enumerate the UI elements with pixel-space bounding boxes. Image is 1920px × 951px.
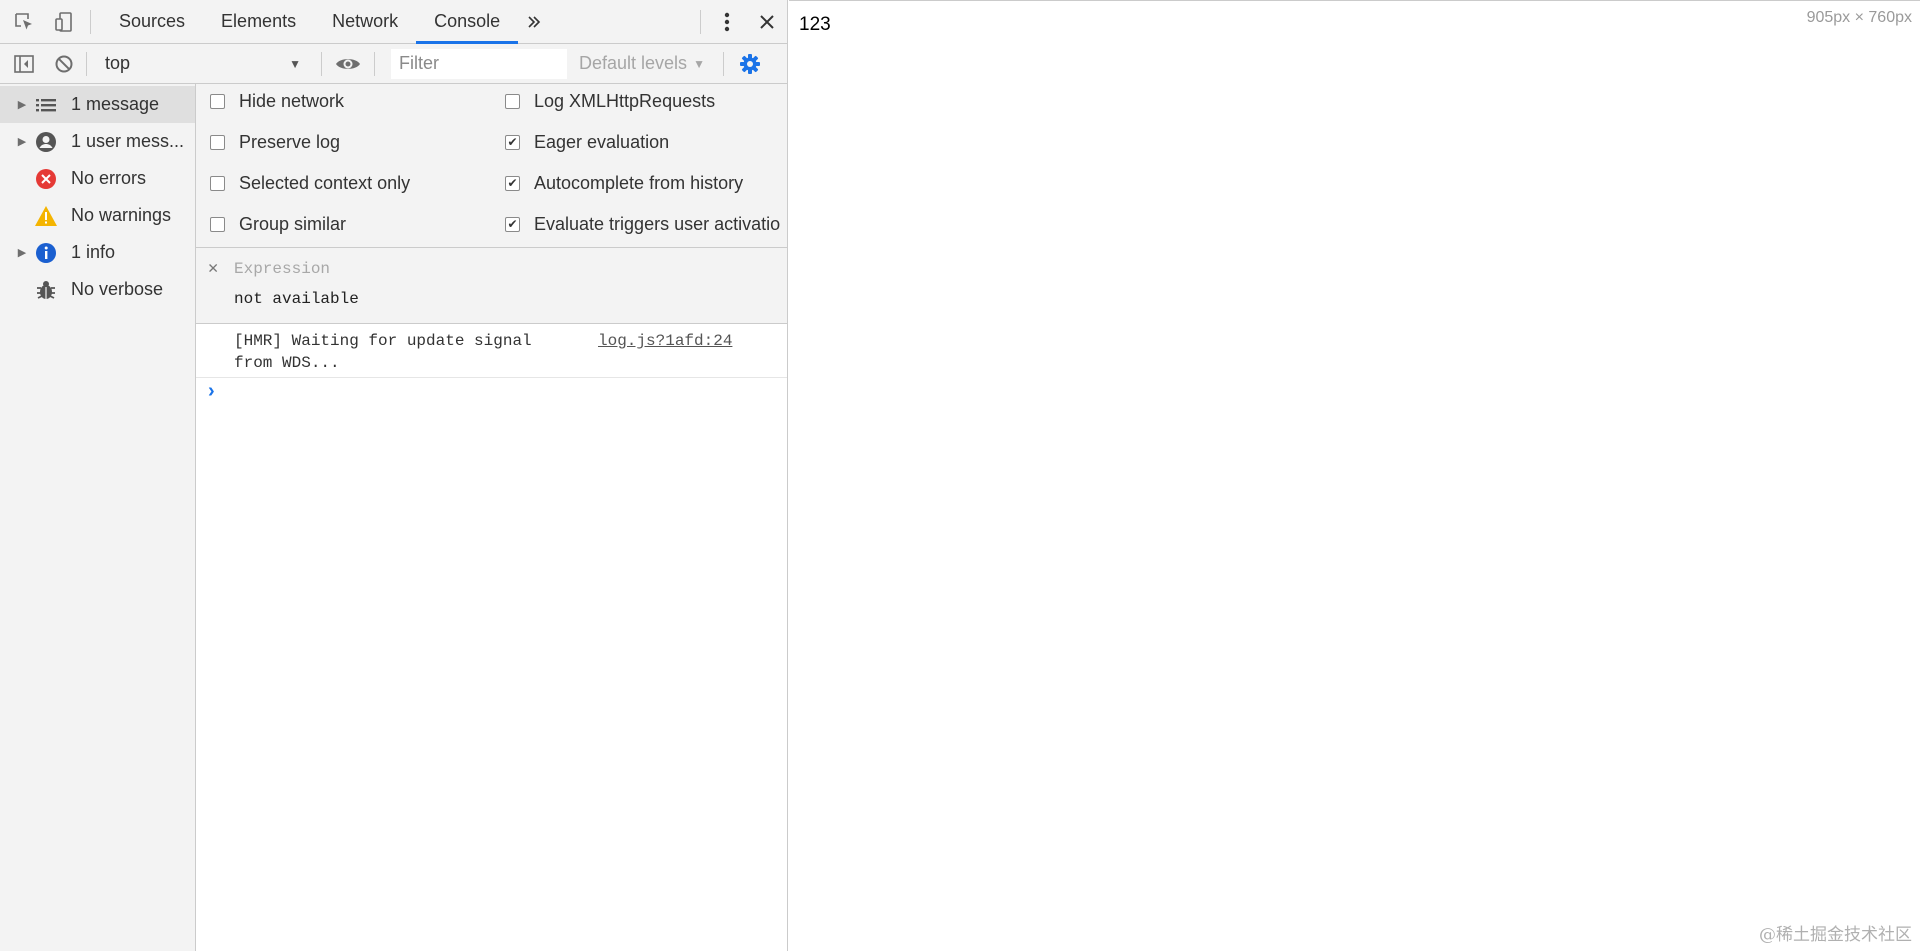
devtools-panel: Sources Elements Network Console top ▼ F… xyxy=(0,0,788,951)
message-source-link[interactable]: log.js?1afd:24 xyxy=(598,332,732,350)
option-selected-context-only[interactable]: Selected context only xyxy=(210,168,410,198)
sidebar-item-label: No warnings xyxy=(71,205,172,225)
checkbox-checked[interactable]: ✔ xyxy=(505,216,520,232)
console-main: Hide network Preserve log Selected conte… xyxy=(196,84,787,951)
page-viewport: 123 905px × 760px @稀土掘金技术社区 xyxy=(789,0,1920,951)
option-hide-network[interactable]: Hide network xyxy=(210,86,344,116)
checkbox[interactable] xyxy=(210,134,225,150)
info-icon xyxy=(33,240,59,266)
close-icon[interactable] xyxy=(747,0,787,44)
sidebar-toggle-icon[interactable] xyxy=(4,42,44,86)
sidebar-item-label: 1 info xyxy=(71,242,116,262)
live-expression: ✕ Expression not available xyxy=(196,248,787,324)
tab-console[interactable]: Console xyxy=(416,0,519,44)
triangle-right-icon: ▶ xyxy=(17,247,27,259)
log-levels-label: Default levels xyxy=(579,53,688,73)
chevron-double-right-icon[interactable] xyxy=(518,0,550,44)
toolbar-divider xyxy=(723,51,724,76)
message-text: from WDS... xyxy=(234,354,340,372)
context-selector[interactable]: top ▼ xyxy=(93,49,315,79)
expression-result: not available xyxy=(234,290,359,308)
page-text: 123 xyxy=(799,14,831,35)
filter-input[interactable] xyxy=(391,48,567,79)
option-label: Evaluate triggers user activatio xyxy=(534,213,781,234)
expression-input[interactable]: Expression xyxy=(234,260,330,278)
context-selector-value: top xyxy=(105,53,131,73)
close-icon[interactable]: ✕ xyxy=(208,258,218,279)
sidebar-item-info[interactable]: ▶ 1 info xyxy=(0,234,195,271)
triangle-right-icon: ▶ xyxy=(17,136,27,148)
sidebar-item-verbose[interactable]: No verbose xyxy=(0,271,195,308)
toolbar-divider xyxy=(374,51,375,76)
checkbox[interactable] xyxy=(505,93,520,109)
checkbox-checked[interactable]: ✔ xyxy=(505,175,520,191)
gear-icon[interactable] xyxy=(730,42,770,86)
option-preserve-log[interactable]: Preserve log xyxy=(210,127,340,157)
option-group-similar[interactable]: Group similar xyxy=(210,209,346,239)
log-levels-dropdown[interactable]: Default levels ▼ xyxy=(567,53,717,74)
checkbox-checked[interactable]: ✔ xyxy=(505,134,520,150)
option-log-xmlhttprequests[interactable]: Log XMLHttpRequests xyxy=(505,86,715,116)
option-evaluate-triggers-user-activation[interactable]: ✔ Evaluate triggers user activatio xyxy=(505,209,787,239)
viewport-dimensions: 905px × 760px xyxy=(1806,9,1912,26)
option-label: Preserve log xyxy=(239,131,341,152)
eye-icon[interactable] xyxy=(328,42,368,86)
option-label: Log XMLHttpRequests xyxy=(534,90,716,111)
triangle-right-icon: ▶ xyxy=(17,99,27,111)
console-settings-pane: Hide network Preserve log Selected conte… xyxy=(196,84,787,248)
triangle-down-icon: ▼ xyxy=(289,56,301,71)
sidebar-item-label: No verbose xyxy=(71,279,164,299)
console-toolbar: top ▼ Default levels ▼ xyxy=(0,44,787,84)
sidebar-item-label: 1 message xyxy=(71,94,160,114)
sidebar-item-errors[interactable]: No errors xyxy=(0,160,195,197)
sidebar-item-messages[interactable]: ▶ 1 message xyxy=(0,86,195,123)
option-label: Selected context only xyxy=(239,172,411,193)
user-icon xyxy=(33,129,59,155)
option-autocomplete-from-history[interactable]: ✔ Autocomplete from history xyxy=(505,168,743,198)
console-sidebar: ▶ 1 message ▶ 1 user mess... No errors N… xyxy=(0,84,196,951)
toolbar-divider xyxy=(700,10,701,34)
tab-network[interactable]: Network xyxy=(314,0,416,44)
toolbar-divider xyxy=(86,51,87,76)
console-message: [HMR] Waiting for update signal from WDS… xyxy=(196,324,787,378)
clear-console-icon[interactable] xyxy=(44,42,84,86)
sidebar-item-label: 1 user mess... xyxy=(71,131,185,151)
devtools-tabbar: Sources Elements Network Console xyxy=(0,0,787,44)
option-eager-evaluation[interactable]: ✔ Eager evaluation xyxy=(505,127,669,157)
sidebar-item-label: No errors xyxy=(71,168,147,188)
option-label: Group similar xyxy=(239,213,347,234)
message-text: [HMR] Waiting for update signal xyxy=(234,332,532,350)
tab-sources[interactable]: Sources xyxy=(101,0,203,44)
warning-icon xyxy=(33,203,59,229)
toolbar-divider xyxy=(321,51,322,76)
checkbox[interactable] xyxy=(210,93,225,109)
triangle-down-icon: ▼ xyxy=(693,56,705,71)
inspect-element-icon[interactable] xyxy=(4,0,44,44)
sidebar-item-warnings[interactable]: No warnings xyxy=(0,197,195,234)
device-toolbar-icon[interactable] xyxy=(44,0,84,44)
console-prompt[interactable]: › xyxy=(196,378,787,408)
toolbar-divider xyxy=(90,9,91,34)
chevron-right-icon: › xyxy=(208,380,215,402)
bug-icon xyxy=(33,277,59,303)
option-label: Hide network xyxy=(239,90,345,111)
tab-elements[interactable]: Elements xyxy=(203,0,314,44)
kebab-menu-icon[interactable] xyxy=(707,0,747,44)
option-label: Autocomplete from history xyxy=(534,172,744,193)
error-icon xyxy=(33,166,59,192)
watermark: @稀土掘金技术社区 xyxy=(1759,925,1912,945)
sidebar-item-user-messages[interactable]: ▶ 1 user mess... xyxy=(0,123,195,160)
checkbox[interactable] xyxy=(210,175,225,191)
option-label: Eager evaluation xyxy=(534,131,670,152)
checkbox[interactable] xyxy=(210,216,225,232)
list-icon xyxy=(33,92,59,118)
